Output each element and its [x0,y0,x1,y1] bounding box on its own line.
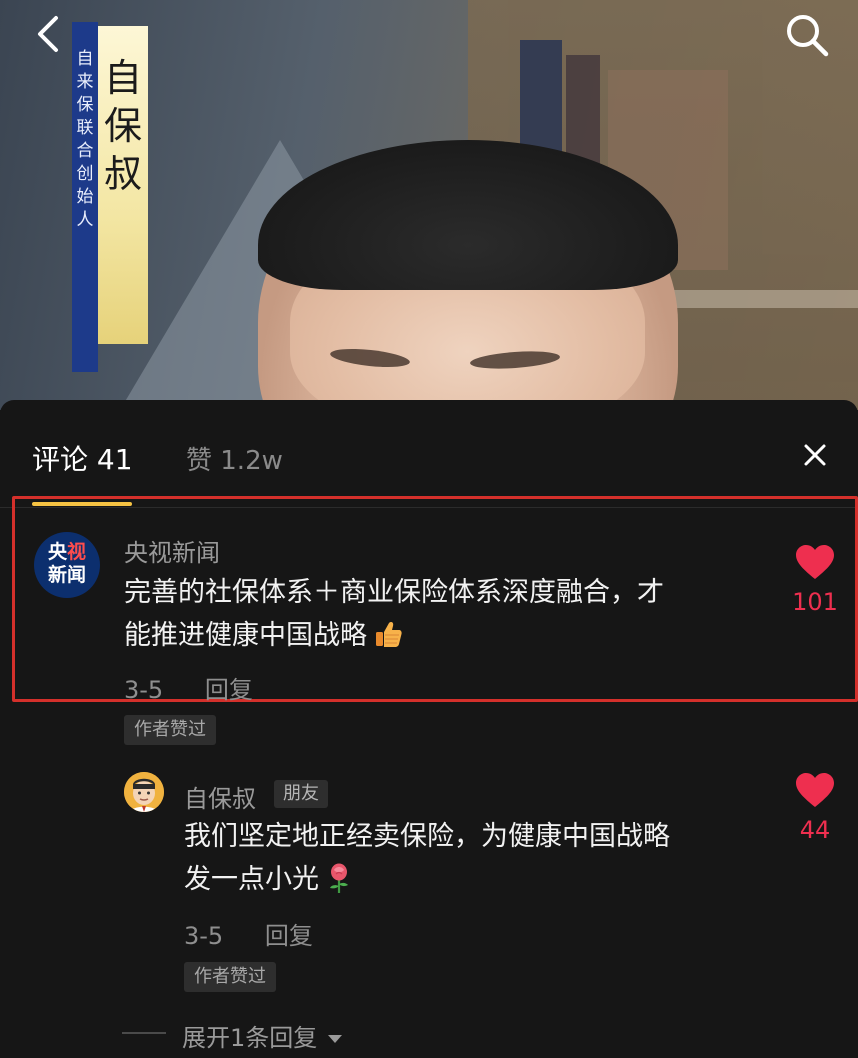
author-liked-badge: 作者赞过 [184,962,276,992]
like-button[interactable]: 44 [785,772,845,844]
reply-meta: 3-5 回复 [184,916,313,951]
back-arrow-icon [38,16,58,52]
comment-meta: 3-5 回复 [124,670,253,705]
heart-icon [796,545,834,579]
reply-text-line: 我们坚定地正经卖保险，为健康中国战略 [184,821,670,852]
avatar[interactable]: 央视 新闻 [34,532,100,598]
reply-text-line: 发一点小光 [184,864,319,895]
expand-divider-line [122,1032,166,1034]
tab-likes[interactable]: 赞 1.2w [186,440,283,477]
comment-tabs: 评论 41 赞 1.2w [0,400,858,500]
speaker-name-banner: 自保叔 [98,26,148,344]
comment-author[interactable]: 央视新闻 [124,533,220,568]
cartoon-avatar-icon [124,772,164,812]
speaker-subtitle-banner: 自来保联合创始人 [72,22,98,372]
reply-button[interactable]: 回复 [265,922,313,950]
reply-text: 我们坚定地正经卖保险，为健康中国战略 发一点小光 [184,815,784,901]
video-player[interactable]: 自来保联合创始人 自保叔 [0,0,858,410]
speaker-name: 自保叔 [103,56,142,196]
search-icon [787,15,829,57]
heart-icon [796,773,834,807]
like-count: 44 [799,816,831,844]
reply-button[interactable]: 回复 [205,676,253,704]
close-button[interactable] [800,440,830,470]
close-icon [804,444,826,466]
author-liked-badge: 作者赞过 [124,715,216,745]
avatar[interactable] [124,772,164,812]
like-count: 101 [792,588,838,616]
speaker-subtitle: 自来保联合创始人 [76,49,94,230]
reply-author[interactable]: 自保叔 [184,779,256,814]
friend-tag: 朋友 [274,780,328,808]
reply-text-line-2: 发一点小光 [184,858,784,901]
active-tab-indicator [32,502,132,506]
search-button[interactable] [784,12,830,58]
cctv-news-logo: 央视 新闻 [47,541,87,586]
comment-text-line: 能推进健康中国战略 [124,620,367,651]
expand-replies-text: 展开1条回复 [182,1024,318,1052]
comment-text-line: 完善的社保体系＋商业保险体系深度融合，才 [124,577,664,608]
tabs-divider [0,507,858,508]
expand-replies-label: 展开1条回复 [182,1018,343,1053]
thumbs-up-emoji-icon [373,619,403,649]
back-button[interactable] [30,14,66,54]
comment-text-line-2: 能推进健康中国战略 [124,614,764,657]
comment-text: 完善的社保体系＋商业保险体系深度融合，才 能推进健康中国战略 [124,571,764,657]
rose-emoji-icon [325,862,353,894]
reply-date: 3-5 [184,922,224,950]
tab-comments[interactable]: 评论 41 [32,438,133,478]
like-button[interactable]: 101 [785,544,845,616]
comment-date: 3-5 [124,676,164,704]
caret-down-icon [327,1035,342,1043]
